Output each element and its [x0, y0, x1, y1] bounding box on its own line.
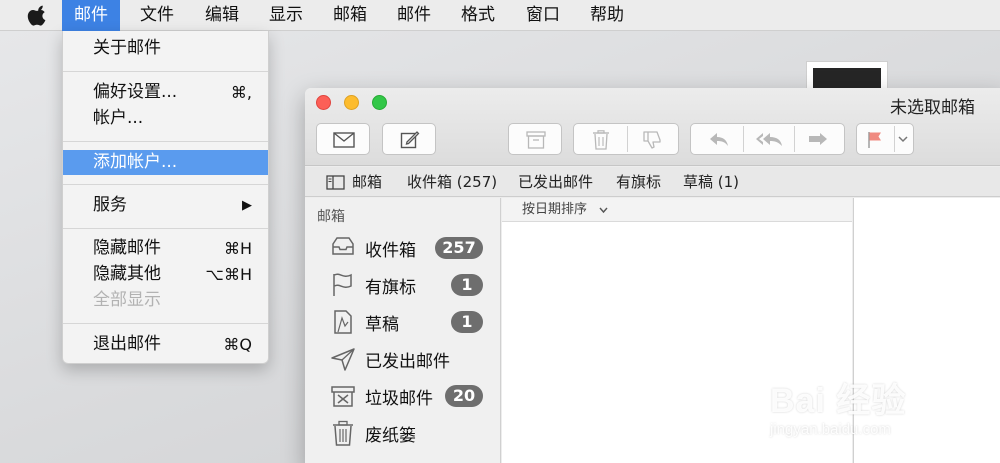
sidebar-item-inbox[interactable]: 收件箱 257: [305, 230, 501, 266]
draft-icon: [334, 310, 352, 334]
sidebar-item-label: 收件箱: [365, 241, 416, 261]
menu-item-preferences[interactable]: 偏好设置... ⌘,: [63, 80, 268, 105]
envelope-icon: [333, 132, 355, 148]
reply-group: [690, 123, 845, 155]
sidebar-icon[interactable]: [326, 175, 345, 190]
menu-format[interactable]: 格式: [449, 0, 507, 31]
menu-window[interactable]: 窗口: [514, 0, 572, 31]
baidu-watermark: Bai 经验 jingyan.baidu.com: [760, 345, 960, 445]
trash-icon: [333, 420, 353, 446]
sidebar-item-label: 垃圾邮件: [365, 389, 433, 409]
count-badge: 20: [445, 385, 483, 407]
forward-icon[interactable]: [808, 132, 828, 148]
sidebar-item-label: 废纸篓: [365, 426, 416, 446]
shortcut-label: ⌥⌘H: [205, 265, 252, 284]
shortcut-label: ⌘H: [223, 239, 252, 258]
watermark-title: Bai 经验: [770, 382, 907, 420]
menu-separator: [63, 141, 268, 142]
delete-junk-group: [573, 123, 679, 155]
menu-separator: [63, 323, 268, 324]
menu-item-accounts[interactable]: 帐户...: [63, 106, 268, 131]
sort-label: 按日期排序: [522, 202, 588, 217]
thumbs-down-icon[interactable]: [642, 130, 662, 150]
apple-logo-icon[interactable]: [27, 5, 49, 27]
menu-edit[interactable]: 编辑: [193, 0, 251, 31]
menu-item-label: 退出邮件: [93, 334, 161, 354]
menu-file[interactable]: 文件: [128, 0, 186, 31]
unread-count-badge: 257: [435, 237, 483, 259]
flag-icon: [333, 273, 352, 296]
get-mail-button[interactable]: [316, 123, 370, 155]
count-badge: 1: [451, 311, 483, 333]
sidebar-item-label: 有旗标: [365, 278, 416, 298]
mailbox-sidebar: 邮箱 收件箱 257 有旗标 1 草稿 1 已发出邮件 垃圾邮件 20 废纸篓: [305, 198, 501, 463]
menu-bar: 邮件 文件 编辑 显示 邮箱 邮件 格式 窗口 帮助: [0, 0, 1000, 31]
flag-button[interactable]: [856, 123, 914, 155]
favorite-inbox[interactable]: 收件箱 (257): [407, 167, 497, 197]
sidebar-item-flagged[interactable]: 有旗标 1: [305, 267, 501, 303]
menu-item-about[interactable]: 关于邮件: [63, 36, 268, 61]
favorite-flagged[interactable]: 有旗标: [616, 167, 661, 197]
menu-mail[interactable]: 邮件: [62, 0, 120, 31]
menu-item-label: 隐藏其他: [93, 264, 161, 284]
menu-item-show-all: 全部显示: [63, 288, 268, 313]
sidebar-item-junk[interactable]: 垃圾邮件 20: [305, 378, 501, 414]
compose-button[interactable]: [382, 123, 436, 155]
zoom-window-button[interactable]: [372, 95, 387, 110]
count-badge: 1: [451, 274, 483, 296]
menu-item-label: 帐户...: [93, 108, 144, 128]
flag-icon: [868, 132, 881, 148]
favorites-bar: 邮箱 收件箱 (257) 已发出邮件 有旗标 草稿 (1): [305, 167, 1000, 197]
chevron-down-icon[interactable]: [898, 136, 908, 144]
inbox-icon: [332, 237, 354, 255]
favorite-drafts[interactable]: 草稿 (1): [683, 167, 739, 197]
menu-item-label: 服务: [93, 195, 127, 215]
menu-item-label: 全部显示: [93, 290, 161, 310]
archive-icon: [526, 131, 546, 149]
sidebar-item-trash[interactable]: 废纸篓: [305, 415, 501, 451]
favorite-sent[interactable]: 已发出邮件: [518, 167, 593, 197]
menu-item-label: 添加帐户...: [93, 152, 178, 172]
shortcut-label: ⌘,: [230, 83, 252, 102]
menu-mailbox[interactable]: 邮箱: [321, 0, 379, 31]
sidebar-item-sent[interactable]: 已发出邮件: [305, 341, 501, 377]
favorite-mailboxes[interactable]: 邮箱: [352, 167, 382, 197]
title-bar: 未选取邮箱: [305, 88, 1000, 166]
menu-separator: [63, 71, 268, 72]
menu-item-label: 隐藏邮件: [93, 238, 161, 258]
menu-view[interactable]: 显示: [257, 0, 315, 31]
menu-item-services[interactable]: 服务 ▶: [63, 193, 268, 218]
reply-all-icon[interactable]: [755, 132, 783, 148]
menu-item-add-account[interactable]: 添加帐户...: [63, 150, 268, 175]
archive-button[interactable]: [508, 123, 562, 155]
sort-header[interactable]: 按日期排序: [502, 198, 852, 222]
trash-icon[interactable]: [592, 130, 610, 150]
menu-item-hide-others[interactable]: 隐藏其他 ⌥⌘H: [63, 262, 268, 287]
sidebar-heading: 邮箱: [317, 209, 345, 225]
junk-icon: [331, 386, 355, 407]
shortcut-label: ⌘Q: [223, 335, 252, 354]
sent-icon: [331, 348, 355, 371]
submenu-arrow-icon: ▶: [242, 198, 252, 213]
mail-menu-dropdown: 关于邮件 偏好设置... ⌘, 帐户... 添加帐户... 服务 ▶ 隐藏邮件 …: [62, 31, 269, 364]
menu-item-hide-mail[interactable]: 隐藏邮件 ⌘H: [63, 236, 268, 261]
minimize-window-button[interactable]: [344, 95, 359, 110]
menu-separator: [63, 228, 268, 229]
desktop-thumbnail: [806, 61, 888, 92]
window-title: 未选取邮箱: [890, 98, 975, 118]
compose-icon: [400, 131, 420, 149]
watermark-url: jingyan.baidu.com: [770, 421, 891, 438]
reply-icon[interactable]: [709, 132, 729, 148]
menu-item-label: 关于邮件: [93, 38, 161, 58]
menu-item-label: 偏好设置...: [93, 82, 178, 102]
sidebar-item-label: 已发出邮件: [365, 352, 450, 372]
menu-help[interactable]: 帮助: [578, 0, 636, 31]
chevron-down-icon: [599, 207, 608, 214]
menu-item-quit[interactable]: 退出邮件 ⌘Q: [63, 332, 268, 357]
menu-separator: [63, 184, 268, 185]
sidebar-item-drafts[interactable]: 草稿 1: [305, 304, 501, 340]
sidebar-item-label: 草稿: [365, 315, 399, 335]
close-window-button[interactable]: [316, 95, 331, 110]
menu-message[interactable]: 邮件: [385, 0, 443, 31]
